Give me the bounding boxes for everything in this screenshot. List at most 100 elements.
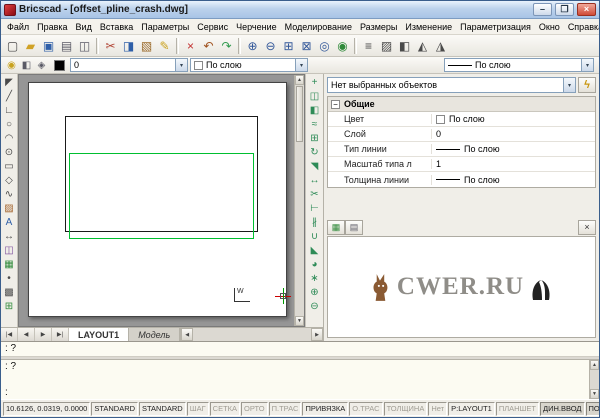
zoom-out-icon[interactable]: ⊖ (262, 37, 279, 54)
text-icon[interactable]: А (2, 216, 17, 229)
scroll-up-icon[interactable] (295, 75, 304, 85)
status-polar[interactable]: П.ТРАС (268, 401, 302, 416)
drawing-viewport[interactable]: W (19, 75, 294, 326)
properties-icon[interactable]: ◧ (396, 37, 413, 54)
paste-icon[interactable]: ▧ (138, 37, 155, 54)
image-icon[interactable]: ▦ (2, 258, 17, 271)
rectangle-icon[interactable]: ▭ (2, 160, 17, 173)
collapse-icon[interactable]: − (331, 99, 340, 109)
chevron-down-icon[interactable] (581, 59, 593, 71)
zoom-extents-icon[interactable]: ⊠ (298, 37, 315, 54)
undo-icon[interactable]: ↶ (200, 37, 217, 54)
scale-icon[interactable]: ◥ (307, 160, 322, 173)
menu-modeling[interactable]: Моделирование (281, 20, 356, 34)
menu-window[interactable]: Окно (535, 20, 564, 34)
trim-icon[interactable]: ✂ (307, 188, 322, 201)
table-icon[interactable]: ⊞ (2, 300, 17, 313)
array-icon[interactable]: ⊞ (307, 132, 322, 145)
current-color-swatch[interactable] (54, 59, 65, 71)
menu-modify[interactable]: Изменение (401, 20, 456, 34)
property-value[interactable]: По слою (432, 144, 595, 154)
rotate-icon[interactable]: ↻ (307, 146, 322, 159)
vertical-scrollbar[interactable] (294, 75, 304, 326)
print-icon[interactable]: ▤ (58, 37, 75, 54)
zoom-in-icon[interactable]: ⊕ (244, 37, 261, 54)
chevron-down-icon[interactable] (295, 59, 307, 71)
layer-lock-icon[interactable]: ◈ (34, 58, 49, 72)
quick-select-button[interactable]: ϟ (578, 77, 596, 93)
panel-close-button[interactable]: × (578, 219, 596, 235)
status-none[interactable]: Нет (428, 401, 448, 416)
status-snap[interactable]: ШАГ (186, 401, 209, 416)
layers-icon[interactable]: ≡ (360, 37, 377, 54)
scroll-right-icon[interactable] (311, 328, 323, 341)
linetype-manager-icon[interactable]: ▨ (378, 37, 395, 54)
copy-entity-icon[interactable]: ◫ (307, 90, 322, 103)
arc-icon[interactable]: ◠ (2, 132, 17, 145)
title-bar[interactable]: Bricscad - [offset_pline_crash.dwg] – ❐ … (1, 1, 599, 19)
line-icon[interactable]: ╱ (2, 90, 17, 103)
scroll-left-icon[interactable] (181, 328, 194, 341)
status-dim-style[interactable]: STANDARD (139, 401, 186, 416)
layer-bulb-icon[interactable]: ◉ (4, 58, 19, 72)
redo-icon[interactable]: ↷ (218, 37, 235, 54)
select-icon[interactable]: ◤ (2, 76, 17, 89)
offset-icon[interactable]: ≈ (307, 118, 322, 131)
layer-states-icon[interactable]: ◧ (19, 58, 34, 72)
group-general[interactable]: − Общие (328, 97, 595, 112)
menu-parametric[interactable]: Параметризация (456, 20, 535, 34)
erase-icon[interactable]: × (182, 37, 199, 54)
stretch-icon[interactable]: ↔ (307, 174, 322, 187)
coordinates[interactable]: 10.6126, 0.0319, 0.0000 (3, 401, 91, 416)
save-icon[interactable]: ▣ (40, 37, 57, 54)
cut-icon[interactable]: ✂ (102, 37, 119, 54)
scroll-up-icon[interactable] (590, 360, 599, 370)
match-properties-icon[interactable]: ✎ (156, 37, 173, 54)
subtract-icon[interactable]: ⊖ (307, 300, 322, 313)
view-icon[interactable]: ◉ (334, 37, 351, 54)
dimension-icon[interactable]: ↔ (2, 230, 17, 243)
tab-first-button[interactable]: |◀ (1, 328, 18, 341)
mirror-icon[interactable]: ◧ (307, 104, 322, 117)
property-value[interactable]: 1 (432, 159, 595, 169)
menu-edit[interactable]: Правка (33, 20, 71, 34)
menu-help[interactable]: Справка (564, 20, 599, 34)
tab-last-button[interactable]: ▶| (52, 328, 69, 341)
point-icon[interactable]: • (2, 272, 17, 285)
status-text-style[interactable]: STANDARD (91, 401, 139, 416)
chamfer-icon[interactable]: ◣ (307, 244, 322, 257)
chevron-down-icon[interactable] (175, 59, 187, 71)
command-scrollbar[interactable] (589, 360, 599, 399)
horizontal-scrollbar[interactable] (180, 328, 323, 341)
zoom-window-icon[interactable]: ⊞ (280, 37, 297, 54)
distance-icon[interactable]: ◭ (414, 37, 431, 54)
copy-icon[interactable]: ◨ (120, 37, 137, 54)
maximize-button[interactable]: ❐ (555, 3, 574, 16)
command-input-area[interactable]: : ? : (1, 360, 589, 399)
panel-tool-open-icon[interactable]: ▦ (327, 219, 345, 235)
status-tablet[interactable]: ПЛАНШЕТ (495, 401, 540, 416)
tab-layout1[interactable]: LAYOUT1 (69, 328, 130, 341)
pan-icon[interactable]: ◎ (316, 37, 333, 54)
menu-settings[interactable]: Параметры (137, 20, 193, 34)
ellipse-icon[interactable]: ⊙ (2, 146, 17, 159)
extend-icon[interactable]: ⊢ (307, 202, 322, 215)
menu-insert[interactable]: Вставка (96, 20, 137, 34)
menu-dimensions[interactable]: Размеры (356, 20, 401, 34)
circle-icon[interactable]: ○ (2, 118, 17, 131)
open-folder-icon[interactable]: ▰ (22, 37, 39, 54)
explode-icon[interactable]: ∗ (307, 272, 322, 285)
print-preview-icon[interactable]: ◫ (76, 37, 93, 54)
break-icon[interactable]: ∦ (307, 216, 322, 229)
tab-next-button[interactable]: ▶ (35, 328, 52, 341)
menu-draw[interactable]: Черчение (232, 20, 281, 34)
minimize-button[interactable]: – (533, 3, 552, 16)
spline-icon[interactable]: ∿ (2, 188, 17, 201)
new-file-icon[interactable]: ▢ (4, 37, 21, 54)
status-etrack[interactable]: О.ТРАС (349, 401, 383, 416)
settings-icon[interactable]: ◮ (432, 37, 449, 54)
lineweight-combobox[interactable]: По слою (190, 58, 308, 72)
polyline-icon[interactable]: ∟ (2, 104, 17, 117)
status-lineweight[interactable]: ТОЛЩИНА (383, 401, 428, 416)
property-value[interactable]: По слою (432, 114, 595, 124)
